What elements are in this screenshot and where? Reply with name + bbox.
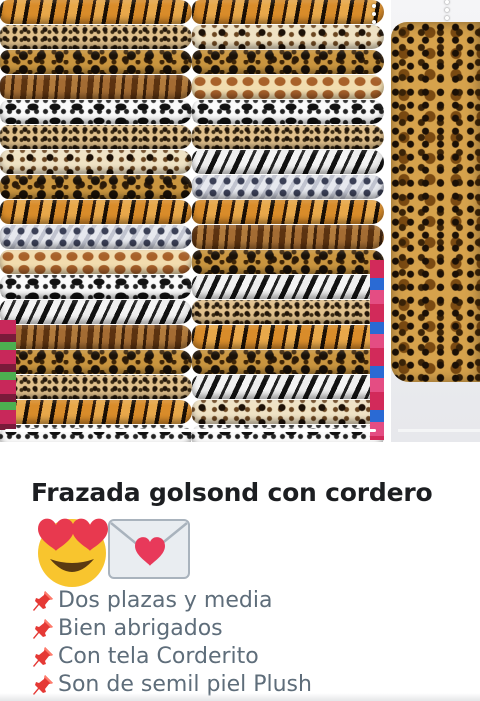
next-slide-progress-bar — [398, 429, 480, 432]
list-item: Con tela Corderito — [31, 643, 312, 671]
heart-eyes-emoji-icon — [34, 511, 108, 589]
blanket-stack-left — [0, 0, 192, 442]
pushpin-icon — [31, 617, 57, 641]
list-item-text: Bien abrigados — [58, 616, 223, 641]
feature-list: Dos plazas y media Bien abrigados Con te… — [31, 587, 312, 699]
pushpin-icon — [31, 645, 57, 669]
pink-fabric — [0, 320, 16, 430]
image-carousel[interactable] — [0, 0, 480, 442]
emoji-row — [31, 510, 201, 590]
more-options-icon[interactable] — [370, 4, 378, 24]
list-item-text: Con tela Corderito — [58, 644, 259, 669]
post-page: Frazada golsond con cordero Dos plazas y… — [0, 0, 480, 701]
pushpin-icon — [31, 589, 57, 613]
slide-progress-fill — [5, 429, 376, 432]
carousel-slide-stacked-blankets[interactable] — [0, 0, 384, 442]
slide-progress-bar — [5, 429, 376, 432]
more-options-icon[interactable] — [443, 0, 451, 20]
carousel-slide-leopard-blanket[interactable] — [391, 0, 480, 442]
love-letter-emoji-icon — [107, 516, 191, 584]
list-item: Bien abrigados — [31, 615, 312, 643]
blanket-stack-right — [192, 0, 384, 442]
leopard-blanket — [391, 22, 480, 382]
list-item: Dos plazas y media — [31, 587, 312, 615]
colorful-fabric — [370, 260, 384, 440]
post-title: Frazada golsond con cordero — [31, 478, 433, 507]
list-item-text: Dos plazas y media — [58, 588, 273, 613]
post-body: Frazada golsond con cordero Dos plazas y… — [0, 442, 480, 701]
bottom-fade — [0, 693, 480, 701]
